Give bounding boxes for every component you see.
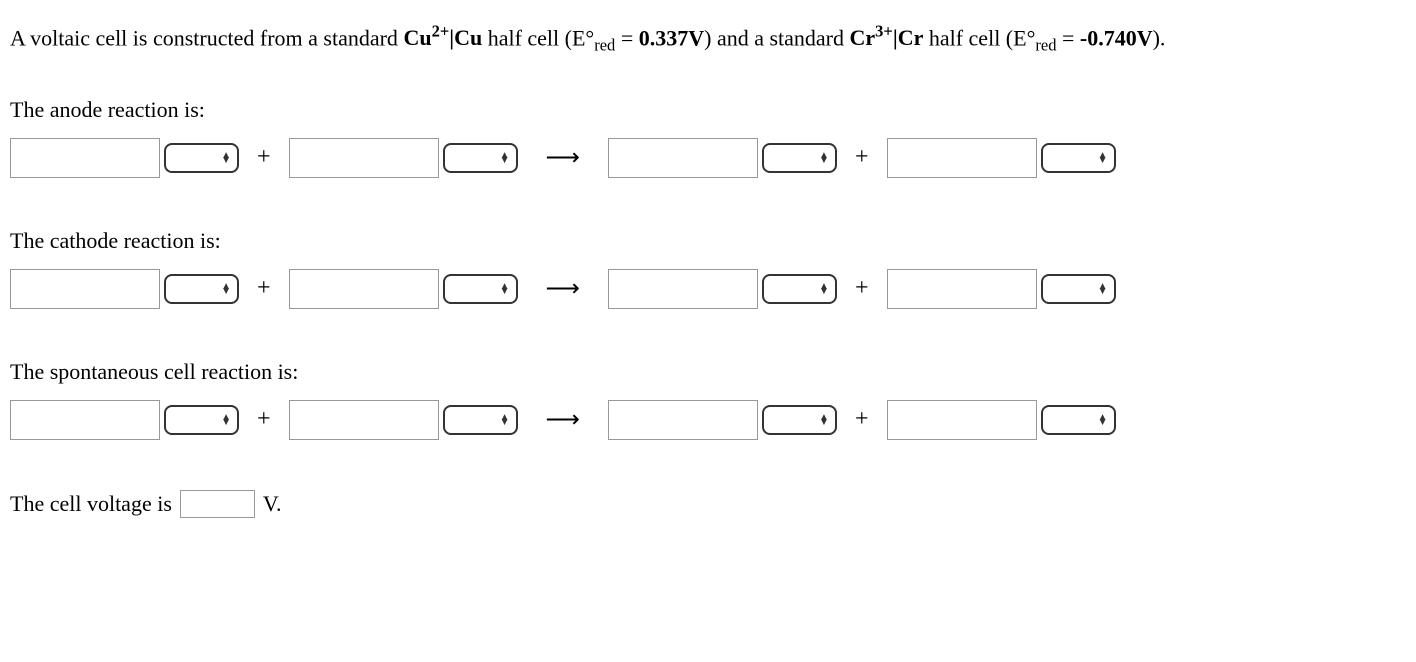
arrow-symbol: ⟶: [546, 274, 580, 303]
plus-symbol: +: [855, 275, 869, 302]
spont-coeff-3-stepper[interactable]: ▲▼: [762, 405, 837, 435]
anode-equation-row: ▲▼ + ▲▼ ⟶ ▲▼ + ▲▼: [10, 138, 1406, 178]
spont-coeff-2-stepper[interactable]: ▲▼: [443, 405, 518, 435]
plus-symbol: +: [855, 144, 869, 171]
spont-species-3-input[interactable]: [608, 400, 758, 440]
arrow-symbol: ⟶: [546, 143, 580, 172]
stepper-arrows-icon: ▲▼: [500, 153, 510, 163]
cathode-label: The cathode reaction is:: [10, 228, 1406, 254]
voltage-row: The cell voltage is V.: [10, 490, 1406, 518]
stepper-arrows-icon: ▲▼: [500, 284, 510, 294]
intro-text-4: half cell (E°: [923, 25, 1035, 50]
voltage-input[interactable]: [180, 490, 255, 518]
anode-coeff-3-stepper[interactable]: ▲▼: [762, 143, 837, 173]
intro-text-3: ) and a standard: [704, 25, 849, 50]
cathode-coeff-3-stepper[interactable]: ▲▼: [762, 274, 837, 304]
cathode-coeff-1-stepper[interactable]: ▲▼: [164, 274, 239, 304]
anode-species-4-input[interactable]: [887, 138, 1037, 178]
stepper-arrows-icon: ▲▼: [221, 415, 231, 425]
spont-coeff-4-stepper[interactable]: ▲▼: [1041, 405, 1116, 435]
eq2: =: [1056, 25, 1079, 50]
val1: 0.337V: [639, 25, 704, 50]
problem-statement: A voltaic cell is constructed from a sta…: [10, 20, 1406, 57]
cathode-species-4-input[interactable]: [887, 269, 1037, 309]
stepper-arrows-icon: ▲▼: [819, 284, 829, 294]
ion1-charge: 2+: [432, 22, 450, 41]
intro-text-5: ).: [1153, 25, 1166, 50]
plus-symbol: +: [257, 144, 271, 171]
voltage-unit: V.: [263, 491, 282, 517]
stepper-arrows-icon: ▲▼: [500, 415, 510, 425]
cathode-species-2-input[interactable]: [289, 269, 439, 309]
anode-species-2-input[interactable]: [289, 138, 439, 178]
anode-species-3-input[interactable]: [608, 138, 758, 178]
spont-species-4-input[interactable]: [887, 400, 1037, 440]
plus-symbol: +: [257, 275, 271, 302]
arrow-symbol: ⟶: [546, 405, 580, 434]
spont-species-1-input[interactable]: [10, 400, 160, 440]
stepper-arrows-icon: ▲▼: [819, 153, 829, 163]
spont-species-2-input[interactable]: [289, 400, 439, 440]
cathode-coeff-4-stepper[interactable]: ▲▼: [1041, 274, 1116, 304]
spontaneous-label: The spontaneous cell reaction is:: [10, 359, 1406, 385]
intro-text-2: half cell (E°: [482, 25, 594, 50]
plus-symbol: +: [257, 406, 271, 433]
ion1-element: Cu: [403, 25, 431, 50]
stepper-arrows-icon: ▲▼: [1098, 284, 1108, 294]
ion2-element: Cr: [850, 25, 876, 50]
eq1: =: [615, 25, 638, 50]
metal1: Cu: [454, 25, 482, 50]
spontaneous-equation-row: ▲▼ + ▲▼ ⟶ ▲▼ + ▲▼: [10, 400, 1406, 440]
stepper-arrows-icon: ▲▼: [819, 415, 829, 425]
stepper-arrows-icon: ▲▼: [1098, 153, 1108, 163]
anode-species-1-input[interactable]: [10, 138, 160, 178]
stepper-arrows-icon: ▲▼: [221, 284, 231, 294]
cathode-species-3-input[interactable]: [608, 269, 758, 309]
sub-red-2: red: [1035, 36, 1056, 55]
spont-coeff-1-stepper[interactable]: ▲▼: [164, 405, 239, 435]
intro-text-1: A voltaic cell is constructed from a sta…: [10, 25, 403, 50]
anode-label: The anode reaction is:: [10, 97, 1406, 123]
anode-coeff-1-stepper[interactable]: ▲▼: [164, 143, 239, 173]
metal2: Cr: [898, 25, 924, 50]
stepper-arrows-icon: ▲▼: [221, 153, 231, 163]
val2: -0.740V: [1080, 25, 1153, 50]
cathode-equation-row: ▲▼ + ▲▼ ⟶ ▲▼ + ▲▼: [10, 269, 1406, 309]
anode-coeff-4-stepper[interactable]: ▲▼: [1041, 143, 1116, 173]
stepper-arrows-icon: ▲▼: [1098, 415, 1108, 425]
anode-coeff-2-stepper[interactable]: ▲▼: [443, 143, 518, 173]
ion2-charge: 3+: [875, 22, 893, 41]
plus-symbol: +: [855, 406, 869, 433]
sub-red-1: red: [594, 36, 615, 55]
cathode-species-1-input[interactable]: [10, 269, 160, 309]
cathode-coeff-2-stepper[interactable]: ▲▼: [443, 274, 518, 304]
voltage-prefix: The cell voltage is: [10, 491, 172, 517]
